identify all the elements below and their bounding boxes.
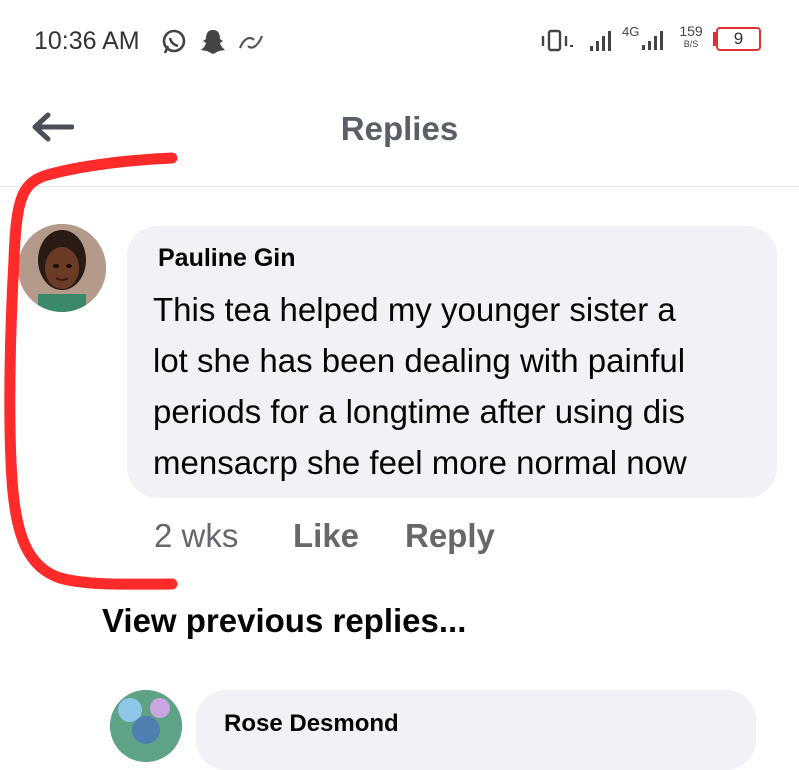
link-icon [238,35,264,49]
data-speed-value: 159 [679,23,703,39]
vibrate-icon [541,29,573,52]
signal-icon [590,31,611,51]
data-speed: 159 B/S [676,24,706,56]
comment-line: mensacrp she feel more normal now [153,444,687,481]
status-bar: 10:36 AM 4G 159 B/S 9 [0,0,799,80]
battery-icon: 9 [712,27,762,51]
page-title: Replies [340,110,459,147]
view-previous-replies-link[interactable]: View previous replies... [102,602,466,640]
signal-4g-icon: 4G [622,24,672,54]
comment-timestamp: 2 wks [154,517,239,554]
comment-line: This tea helped my younger sister a [153,291,676,328]
comment-text: This tea helped my younger sister a lot … [153,284,773,488]
battery-level: 9 [733,29,744,48]
comment-author[interactable]: Rose Desmond [224,710,399,738]
comment-line: periods for a longtime after using dis [153,393,685,430]
snapchat-icon [201,30,225,54]
comment-bubble: Pauline Gin This tea helped my younger s… [127,226,777,498]
status-time: 10:36 AM [34,27,140,55]
data-speed-unit: B/S [683,39,699,49]
like-button[interactable]: Like [293,517,359,555]
replies-header: Replies [0,90,799,187]
avatar[interactable] [110,690,182,762]
whatsapp-icon [162,29,186,54]
comment-line: lot she has been dealing with painful [153,342,686,379]
avatar[interactable] [18,224,106,312]
comment-bubble: Rose Desmond [196,690,756,770]
comment-author[interactable]: Pauline Gin [158,244,296,273]
network-type: 4G [622,24,640,39]
reply-button[interactable]: Reply [405,517,495,555]
